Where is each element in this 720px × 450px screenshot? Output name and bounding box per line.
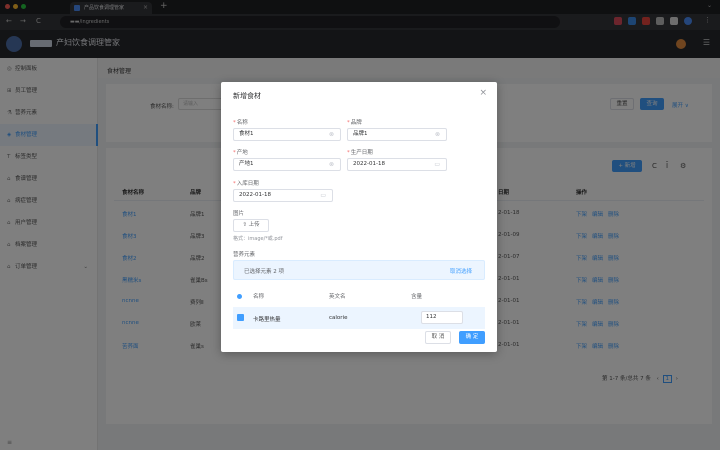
production-date-label: *生产日期 — [347, 148, 373, 156]
production-date-value: 2022-01-18 — [353, 161, 385, 167]
selection-alert: 已选择元素 2 项 取消选择 — [233, 260, 485, 280]
required-mark: * — [347, 150, 350, 156]
clear-icon[interactable]: ⊗ — [329, 159, 334, 170]
required-mark: * — [347, 120, 350, 126]
table-row: 卡路里热量 calorie 112 — [233, 307, 485, 329]
upload-hint: 格式：image/*或.pdf — [233, 236, 283, 242]
upload-icon: ⇧ — [242, 222, 247, 228]
name-value: 食材1 — [239, 131, 254, 137]
selection-count: 已选择元素 2 项 — [244, 269, 284, 275]
image-label: 图片 — [233, 211, 245, 217]
dialog-title: 新增食材 — [233, 92, 261, 100]
required-mark: * — [233, 150, 236, 156]
production-date-label-text: 生产日期 — [350, 150, 373, 156]
name-input[interactable]: 食材1 ⊗ — [233, 128, 341, 141]
amount-value: 112 — [426, 314, 437, 320]
storage-date-label-text: 入库日期 — [236, 181, 259, 187]
new-ingredient-dialog: 新增食材 × *名称 食材1 ⊗ *品牌 品牌1 ⊗ *产地 产地1 ⊗ *生产日期 … — [221, 82, 497, 352]
calendar-icon: ▭ — [434, 161, 440, 168]
storage-date-label: *入库日期 — [233, 179, 259, 187]
clear-selection-link[interactable]: 取消选择 — [450, 267, 472, 275]
storage-date-picker[interactable]: 2022-01-18 ▭ — [233, 189, 333, 202]
brand-value: 品牌1 — [353, 131, 368, 137]
name-label: *名称 — [233, 118, 248, 126]
close-icon[interactable]: × — [479, 88, 487, 98]
nutrient-english: calorie — [329, 315, 348, 321]
origin-label: *产地 — [233, 148, 248, 156]
brand-label: *品牌 — [347, 118, 362, 126]
amount-input[interactable]: 112 — [421, 311, 463, 324]
select-all-indicator[interactable] — [237, 294, 242, 299]
column-header-english: 英文名 — [329, 294, 346, 300]
row-checkbox[interactable] — [237, 314, 244, 321]
upload-label: 上传 — [248, 222, 260, 228]
clear-icon[interactable]: ⊗ — [435, 129, 440, 140]
confirm-label: 确 定 — [465, 334, 479, 340]
clear-icon[interactable]: ⊗ — [329, 129, 334, 140]
required-mark: * — [233, 120, 236, 126]
brand-label-text: 品牌 — [350, 120, 362, 126]
origin-input[interactable]: 产地1 ⊗ — [233, 158, 341, 171]
storage-date-value: 2022-01-18 — [239, 192, 271, 198]
nutrient-name: 卡路里热量 — [253, 317, 281, 323]
brand-input[interactable]: 品牌1 ⊗ — [347, 128, 447, 141]
cancel-button[interactable]: 取 消 — [425, 331, 451, 344]
cancel-label: 取 消 — [431, 334, 445, 340]
column-header-amount: 含量 — [411, 294, 423, 300]
calendar-icon: ▭ — [320, 192, 326, 199]
origin-label-text: 产地 — [236, 150, 248, 156]
nutrition-label: 营养元素 — [233, 252, 256, 258]
origin-value: 产地1 — [239, 161, 254, 167]
production-date-picker[interactable]: 2022-01-18 ▭ — [347, 158, 447, 171]
column-header-name: 名称 — [253, 294, 265, 300]
upload-button[interactable]: ⇧ 上传 — [233, 219, 269, 232]
name-label-text: 名称 — [236, 120, 248, 126]
required-mark: * — [233, 181, 236, 187]
confirm-button[interactable]: 确 定 — [459, 331, 485, 344]
